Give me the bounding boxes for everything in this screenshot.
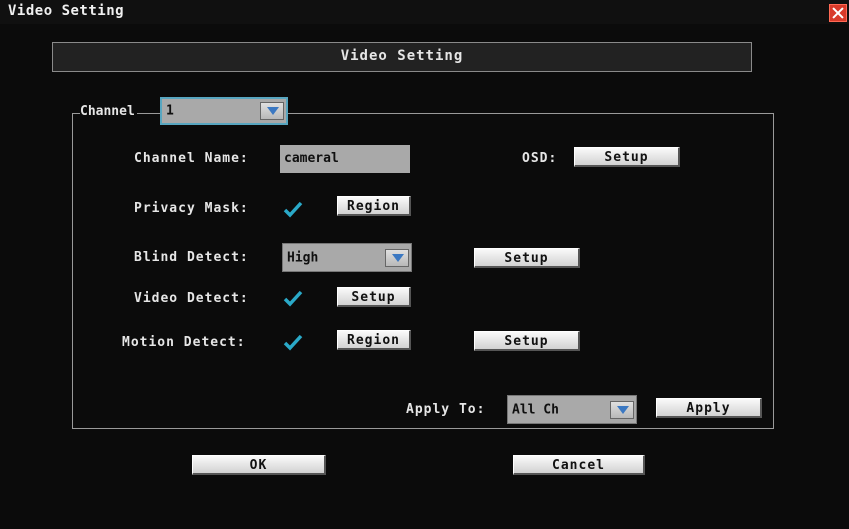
- dropdown-arrow-icon[interactable]: [610, 400, 634, 419]
- privacy-mask-checkbox[interactable]: [283, 200, 303, 218]
- motion-detect-setup-button[interactable]: Setup: [474, 331, 580, 351]
- channel-label: Channel: [80, 104, 137, 119]
- osd-setup-button[interactable]: Setup: [574, 147, 680, 167]
- motion-detect-label: Motion Detect:: [122, 335, 246, 350]
- blind-detect-setup-button[interactable]: Setup: [474, 248, 580, 268]
- osd-label: OSD:: [522, 151, 558, 166]
- apply-to-select[interactable]: All Ch: [507, 395, 637, 424]
- blind-detect-label: Blind Detect:: [134, 250, 249, 265]
- video-setting-window: Video Setting Video Setting Channel 1 Ch…: [0, 0, 849, 529]
- checkmark-icon: [283, 334, 303, 351]
- window-title: Video Setting: [8, 3, 125, 19]
- channel-value: 1: [166, 103, 174, 119]
- channel-name-input[interactable]: cameral: [280, 145, 410, 173]
- page-title: Video Setting: [340, 48, 464, 64]
- blind-detect-value: High: [287, 250, 319, 265]
- ok-button[interactable]: OK: [192, 455, 326, 475]
- dropdown-arrow-icon[interactable]: [260, 102, 284, 120]
- channel-select[interactable]: 1: [160, 97, 288, 125]
- video-detect-checkbox[interactable]: [283, 289, 303, 307]
- cancel-button[interactable]: Cancel: [513, 455, 645, 475]
- checkmark-icon: [283, 201, 303, 218]
- dropdown-arrow-icon[interactable]: [385, 248, 409, 267]
- checkmark-icon: [283, 290, 303, 307]
- close-icon[interactable]: [829, 4, 847, 22]
- title-bar: Video Setting: [0, 0, 849, 24]
- motion-detect-checkbox[interactable]: [283, 333, 303, 351]
- privacy-mask-label: Privacy Mask:: [134, 201, 249, 216]
- apply-button[interactable]: Apply: [656, 398, 762, 418]
- page-header: Video Setting: [52, 42, 752, 72]
- apply-to-value: All Ch: [512, 402, 559, 417]
- channel-name-label: Channel Name:: [134, 151, 249, 166]
- blind-detect-select[interactable]: High: [282, 243, 412, 272]
- motion-detect-region-button[interactable]: Region: [337, 330, 411, 350]
- video-detect-label: Video Detect:: [134, 291, 249, 306]
- privacy-mask-region-button[interactable]: Region: [337, 196, 411, 216]
- video-detect-setup-button[interactable]: Setup: [337, 287, 411, 307]
- apply-to-label: Apply To:: [406, 402, 486, 417]
